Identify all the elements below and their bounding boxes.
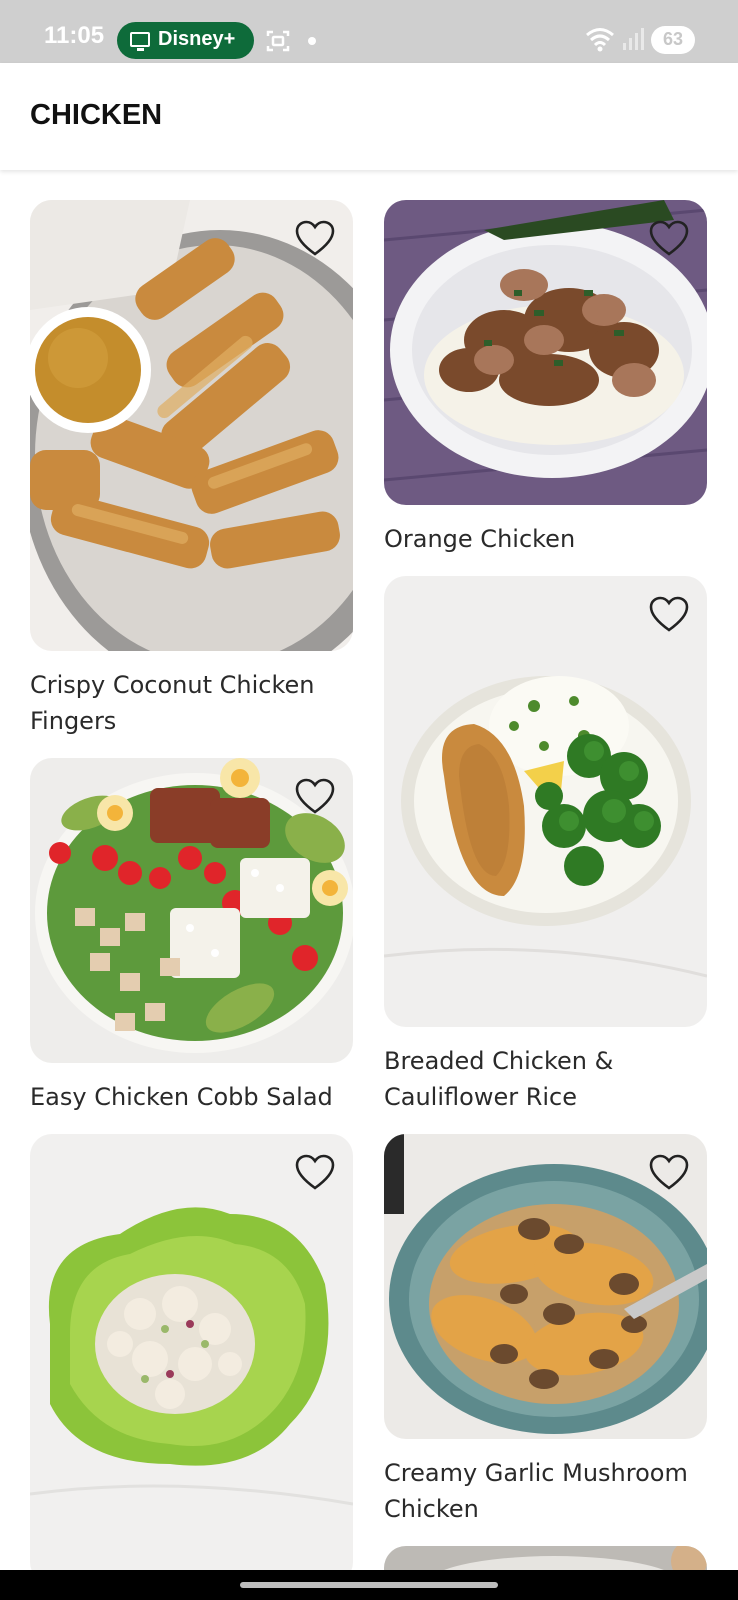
recipe-image[interactable]	[30, 1134, 353, 1584]
gesture-navigation-bar	[0, 1570, 738, 1600]
wifi-icon	[586, 28, 614, 52]
disney-plus-badge[interactable]: Disney+	[117, 22, 254, 59]
recipe-card[interactable]: Easy Chicken Cobb Salad	[30, 758, 360, 1115]
notification-dot-icon	[308, 37, 316, 45]
battery-indicator: 63	[651, 26, 695, 54]
recipe-card[interactable]: Breaded Chicken & Cauliflower Rice	[384, 576, 714, 1115]
recipe-card[interactable]: Creamy Garlic Mushroom Chicken	[384, 1134, 714, 1527]
disney-plus-label: Disney+	[158, 28, 236, 50]
status-bar: 11:05 Disney+ 63	[0, 0, 738, 63]
recipe-card[interactable]: Orange Chicken	[384, 200, 714, 557]
recipe-title[interactable]: Orange Chicken	[384, 521, 714, 557]
heart-outline-icon[interactable]	[295, 778, 335, 816]
app-header: CHICKEN	[0, 63, 738, 170]
recipe-title[interactable]: Creamy Garlic Mushroom Chicken	[384, 1455, 714, 1527]
battery-level: 63	[662, 29, 684, 49]
status-time: 11:05	[44, 22, 105, 49]
recipe-title[interactable]: Breaded Chicken & Cauliflower Rice	[384, 1043, 714, 1115]
signal-icon	[623, 28, 644, 50]
screenshot-icon	[266, 30, 290, 52]
recipe-title[interactable]: Easy Chicken Cobb Salad	[30, 1079, 360, 1115]
coconut-chicken-fingers-photo	[30, 200, 353, 651]
recipe-card[interactable]: Crispy Coconut Chicken Fingers	[30, 200, 360, 739]
heart-outline-icon[interactable]	[649, 220, 689, 258]
heart-outline-icon[interactable]	[649, 596, 689, 634]
page-title: CHICKEN	[30, 99, 163, 131]
recipe-image[interactable]	[384, 200, 707, 505]
recipe-title[interactable]: Crispy Coconut Chicken Fingers	[30, 667, 360, 739]
recipe-image[interactable]	[384, 1134, 707, 1439]
heart-outline-icon[interactable]	[295, 220, 335, 258]
recipe-image[interactable]	[384, 576, 707, 1027]
recipe-card[interactable]	[30, 1134, 353, 1584]
breaded-chicken-cauliflower-photo	[384, 576, 707, 1027]
tv-icon	[130, 32, 150, 51]
heart-outline-icon[interactable]	[295, 1154, 335, 1192]
chicken-salad-lettuce-wrap-photo	[30, 1134, 353, 1584]
heart-outline-icon[interactable]	[649, 1154, 689, 1192]
recipe-image[interactable]	[30, 200, 353, 651]
recipe-image[interactable]	[30, 758, 353, 1063]
home-gesture-handle[interactable]	[240, 1582, 498, 1588]
